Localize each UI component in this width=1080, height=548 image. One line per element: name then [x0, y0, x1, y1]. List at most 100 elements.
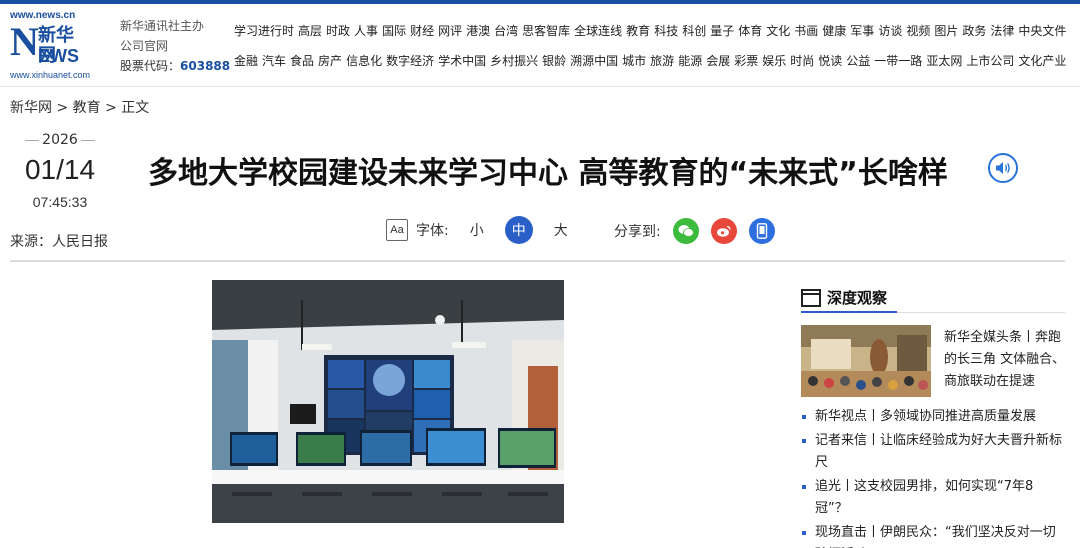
book-icon: [801, 288, 821, 307]
channel-nav: 学习进行时 高层 时政 人事 国际 财经 网评 港澳 台湾 思客智库 全球连线 教育 科技 科创 量子 体育文…: [234, 22, 1074, 82]
nav-link[interactable]: 学习进行时: [234, 22, 294, 52]
nav-link[interactable]: 食品: [290, 52, 314, 82]
top-accent-bar: [0, 0, 1080, 4]
corp-line2: 公司官网: [120, 39, 169, 53]
channel-nav-row-1: 学习进行时 高层 时政 人事 国际 财经 网评 港澳 台湾 思客智库 全球连线 教育 科技 科创 量子 体育文…: [234, 22, 1074, 52]
nav-link[interactable]: 时政: [326, 22, 350, 52]
stock-code-label: 股票代码：: [120, 59, 181, 73]
speaker-icon: [996, 162, 1010, 174]
nav-link[interactable]: 科创: [682, 22, 706, 52]
publish-time: 07:45:33: [32, 194, 88, 210]
nav-link[interactable]: 全球连线: [574, 22, 622, 52]
header-divider: [0, 86, 1080, 87]
nav-link[interactable]: 娱乐: [762, 52, 786, 82]
sidebar-news-item[interactable]: 追光丨这支校园男排，如何实现“7年8冠”？: [801, 476, 1065, 521]
font-size-control: Aa 字体: 小 中 大: [386, 216, 575, 244]
sidebar-news-item[interactable]: 新华视点丨多领域协同推进高质量发展: [801, 406, 1065, 429]
logo-mark-n: N: [10, 19, 39, 64]
nav-link[interactable]: 国际: [382, 22, 406, 52]
publish-day: 01/14: [24, 154, 96, 185]
nav-link[interactable]: 旅游: [650, 52, 674, 82]
weibo-share-button[interactable]: [710, 218, 737, 244]
article-title: 多地大学校园建设未来学习中心 高等教育的“未来式”长啥样: [148, 156, 948, 191]
content-divider: [10, 260, 1065, 262]
nav-link[interactable]: 网评: [438, 22, 462, 52]
nav-link[interactable]: 汽车: [262, 52, 286, 82]
nav-link[interactable]: 图片: [934, 22, 958, 52]
nav-link[interactable]: 教育: [626, 22, 650, 52]
stock-code-line: 股票代码：603888: [120, 56, 230, 76]
nav-link[interactable]: 公益: [846, 52, 870, 82]
wechat-share-button[interactable]: [672, 218, 699, 244]
nav-link[interactable]: 能源: [678, 52, 702, 82]
photo-scene: [212, 280, 564, 523]
nav-link[interactable]: 视频: [906, 22, 930, 52]
nav-link[interactable]: 政务: [962, 22, 986, 52]
font-size-medium-button[interactable]: 中: [504, 216, 533, 244]
font-size-icon: Aa: [386, 219, 408, 241]
article-source: 来源：人民日报: [10, 234, 108, 250]
publish-year: 2026: [10, 132, 110, 148]
channel-nav-row-2: 金融 汽车 食品 房产 信息化 数字经济 学术中国 乡村振兴 银龄 溯源中国 城市 旅游 能源 会展 彩票娱…: [234, 52, 1074, 82]
corp-line1: 新华通讯社主办: [120, 19, 205, 33]
corp-info: 新华通讯社主办 公司官网 股票代码：603888: [120, 16, 230, 76]
logo-url-bottom: www.xinhuanet.com: [10, 70, 91, 80]
sidebar-news-list: 新华视点丨多领域协同推进高质量发展 记者来信丨让临床经验成为好大夫晋升新标尺 追光丨…: [801, 406, 1065, 548]
nav-link[interactable]: 学术中国: [438, 52, 486, 82]
font-size-large-button[interactable]: 大: [547, 216, 575, 244]
nav-link[interactable]: 信息化: [346, 52, 382, 82]
nav-link[interactable]: 访谈: [878, 22, 902, 52]
share-bar: 分享到:: [614, 217, 775, 245]
nav-link[interactable]: 军事: [850, 22, 874, 52]
nav-link[interactable]: 上市公司: [966, 52, 1014, 82]
nav-link[interactable]: 体育: [738, 22, 762, 52]
sidebar-news-item[interactable]: 现场直击丨伊朗民众：“我们坚决反对一切破坏活动”: [801, 522, 1065, 548]
nav-link[interactable]: 人事: [354, 22, 378, 52]
nav-link[interactable]: 法律: [990, 22, 1014, 52]
xinhua-logo[interactable]: www.news.cn N 新华网 EWS www.xinhuanet.com: [10, 10, 91, 80]
nav-link[interactable]: 时尚: [790, 52, 814, 82]
nav-link[interactable]: 金融: [234, 52, 258, 82]
nav-link[interactable]: 悦读: [818, 52, 842, 82]
nav-link[interactable]: 高层: [298, 22, 322, 52]
font-size-label: 字体:: [416, 223, 449, 239]
sidebar-feature-image[interactable]: [801, 325, 931, 397]
weibo-icon: [716, 225, 731, 237]
nav-link[interactable]: 健康: [822, 22, 846, 52]
nav-link[interactable]: 一带一路: [874, 52, 922, 82]
nav-link[interactable]: 台湾: [494, 22, 518, 52]
nav-link[interactable]: 科技: [654, 22, 678, 52]
stock-code[interactable]: 603888: [180, 59, 230, 73]
nav-link[interactable]: 城市: [622, 52, 646, 82]
sidebar-heading: 深度观察: [801, 287, 887, 308]
mobile-icon: [756, 223, 767, 239]
breadcrumb[interactable]: 新华网 > 教育 > 正文: [10, 97, 149, 117]
nav-link[interactable]: 彩票: [734, 52, 758, 82]
audio-play-button[interactable]: [988, 153, 1018, 183]
sidebar-news-item[interactable]: 记者来信丨让临床经验成为好大夫晋升新标尺: [801, 430, 1065, 475]
share-label: 分享到:: [614, 224, 661, 240]
logo-mark-ews: EWS: [38, 46, 80, 66]
mobile-share-button[interactable]: [748, 218, 775, 244]
nav-link[interactable]: 银龄: [542, 52, 566, 82]
font-size-small-button[interactable]: 小: [463, 216, 491, 244]
nav-link[interactable]: 溯源中国: [570, 52, 618, 82]
nav-link[interactable]: 文化: [766, 22, 790, 52]
nav-link[interactable]: 乡村振兴: [490, 52, 538, 82]
nav-link[interactable]: 财经: [410, 22, 434, 52]
sidebar-feature-headline[interactable]: 新华全媒头条丨奔跑的长三角 文体融合、商旅联动在提速: [944, 327, 1066, 393]
article-photo-learning-center[interactable]: [212, 280, 564, 523]
wechat-icon: [678, 225, 694, 237]
feature-scene: [801, 325, 931, 397]
nav-link[interactable]: 书画: [794, 22, 818, 52]
sidebar-heading-accent: [801, 311, 897, 313]
nav-link[interactable]: 数字经济: [386, 52, 434, 82]
nav-link[interactable]: 量子: [710, 22, 734, 52]
nav-link[interactable]: 房产: [318, 52, 342, 82]
nav-link[interactable]: 亚太网: [926, 52, 962, 82]
nav-link[interactable]: 文化产业: [1018, 52, 1066, 82]
nav-link[interactable]: 会展: [706, 52, 730, 82]
nav-link[interactable]: 思客智库: [522, 22, 570, 52]
nav-link[interactable]: 中央文件: [1018, 22, 1066, 52]
nav-link[interactable]: 港澳: [466, 22, 490, 52]
